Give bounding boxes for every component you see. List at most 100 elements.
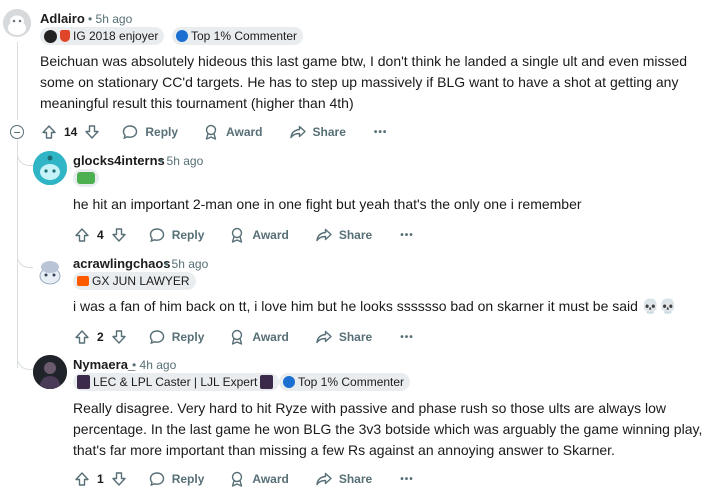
vote-count: 14: [64, 125, 78, 139]
downvote-button[interactable]: [83, 123, 101, 141]
thread-connector: [17, 252, 33, 268]
reply-label: Reply: [145, 125, 179, 139]
reply-icon: [149, 330, 164, 345]
shield-icon: [60, 30, 70, 42]
share-button[interactable]: Share: [315, 470, 372, 488]
award-icon: [232, 471, 243, 487]
comment-author[interactable]: acrawlingchaos: [73, 256, 171, 271]
comment-timestamp: • 4h ago: [132, 358, 176, 372]
upvote-button[interactable]: [73, 328, 91, 346]
downvote-icon: [111, 228, 126, 242]
collapse-thread-button[interactable]: [10, 125, 24, 139]
comment-actions: 2 Reply Award Share •••: [73, 326, 414, 348]
more-options-button[interactable]: •••: [400, 230, 414, 241]
upvote-icon: [42, 125, 56, 139]
vote-count: 4: [97, 228, 104, 242]
time-ago: 5h ago: [95, 12, 133, 26]
downvote-icon: [111, 330, 126, 344]
user-flair: [73, 169, 99, 187]
award-label: Award: [252, 228, 289, 242]
time-ago: 4h ago: [139, 358, 177, 372]
upvote-button[interactable]: [73, 470, 91, 488]
reply-button[interactable]: Reply: [148, 328, 205, 346]
upvote-button[interactable]: [73, 226, 91, 244]
share-icon: [316, 228, 332, 242]
comment-author[interactable]: Nymaera_: [73, 357, 135, 372]
reply-icon: [123, 125, 138, 140]
upvote-icon: [75, 330, 89, 344]
flair-text: LEC & LPL Caster | LJL Expert: [93, 375, 258, 389]
separator: •: [88, 12, 93, 26]
comment-timestamp: • 5h ago: [88, 12, 132, 26]
user-flair: GX JUN LAWYER: [73, 272, 196, 290]
downvote-button[interactable]: [110, 226, 128, 244]
top-commenter-icon: [176, 30, 188, 42]
share-button[interactable]: Share: [315, 328, 372, 346]
comment-timestamp: • 5h ago: [164, 257, 208, 271]
share-button[interactable]: Share: [315, 226, 372, 244]
top-commenter-badge: Top 1% Commenter: [172, 27, 304, 45]
comment-actions: 14 Reply Award Share •••: [40, 121, 387, 143]
award-button[interactable]: Award: [228, 328, 289, 346]
reply-label: Reply: [171, 472, 205, 486]
award-button[interactable]: Award: [202, 123, 263, 141]
reply-button[interactable]: Reply: [148, 470, 205, 488]
avatar[interactable]: [3, 9, 31, 37]
downvote-icon: [85, 125, 100, 139]
more-options-button[interactable]: •••: [400, 474, 414, 485]
upvote-icon: [75, 472, 89, 486]
downvote-button[interactable]: [110, 328, 128, 346]
award-label: Award: [252, 330, 289, 344]
thread-line-main: [17, 42, 18, 120]
comment-author[interactable]: glocks4interns: [73, 153, 165, 168]
share-icon: [289, 125, 306, 139]
separator: •: [132, 358, 137, 372]
user-flair: LEC & LPL Caster | LJL Expert: [73, 373, 280, 391]
award-icon: [232, 227, 243, 243]
share-label: Share: [338, 330, 373, 344]
default-avatar-icon: [3, 9, 31, 37]
profile-picture-icon: [33, 355, 67, 389]
reply-label: Reply: [171, 330, 205, 344]
reply-label: Reply: [171, 228, 205, 242]
downvote-button[interactable]: [110, 470, 128, 488]
vote-count: 2: [97, 330, 104, 344]
award-button[interactable]: Award: [228, 470, 289, 488]
ig-logo-icon: [44, 29, 57, 43]
share-button[interactable]: Share: [289, 123, 346, 141]
time-ago: 5h ago: [166, 154, 204, 168]
avatar[interactable]: [33, 254, 67, 288]
reply-icon: [149, 472, 164, 487]
separator: •: [164, 257, 169, 271]
award-button[interactable]: Award: [228, 226, 289, 244]
reply-button[interactable]: Reply: [148, 226, 205, 244]
upvote-button[interactable]: [40, 123, 58, 141]
more-options-button[interactable]: •••: [400, 332, 414, 343]
top-commenter-badge: Top 1% Commenter: [279, 373, 411, 391]
comment-body: Beichuan was absolutely hideous this las…: [40, 53, 688, 111]
share-icon: [316, 330, 332, 344]
thread-connector: [17, 150, 33, 166]
top-commenter-icon: [283, 376, 295, 388]
upvote-icon: [75, 228, 89, 242]
vote-count: 1: [97, 472, 104, 486]
comment-timestamp: • 5h ago: [159, 154, 203, 168]
more-options-button[interactable]: •••: [374, 127, 388, 138]
comment-actions: 1 Reply Award Share •••: [73, 468, 414, 488]
team-logo-icon: [77, 172, 95, 184]
user-flair: IG 2018 enjoyer: [40, 27, 165, 45]
reply-icon: [149, 228, 164, 243]
comment-body: he hit an important 2-man one in one fig…: [73, 196, 582, 212]
avatar[interactable]: [33, 151, 67, 185]
award-icon: [205, 124, 217, 140]
avatar[interactable]: [33, 355, 67, 389]
fnatic-logo-icon: [77, 276, 89, 286]
comment-actions: 4 Reply Award Share •••: [73, 224, 414, 246]
caster-portrait-icon: [77, 375, 90, 389]
downvote-icon: [111, 472, 126, 486]
award-label: Award: [252, 472, 289, 486]
flair-text: GX JUN LAWYER: [92, 274, 190, 288]
reply-button[interactable]: Reply: [121, 123, 178, 141]
comment-author[interactable]: Adlairo: [40, 11, 85, 26]
snoo-avatar-icon: [33, 151, 67, 185]
